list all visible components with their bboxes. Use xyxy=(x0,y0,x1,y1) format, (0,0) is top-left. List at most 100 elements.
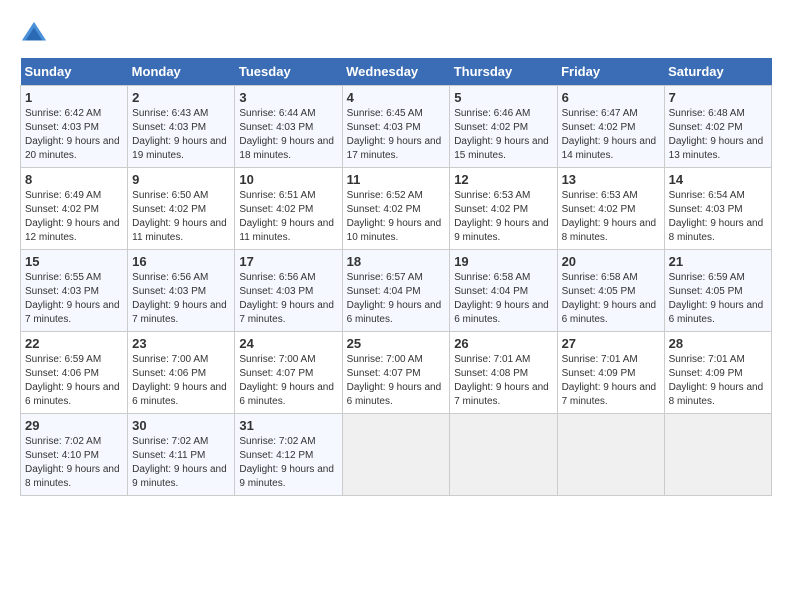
calendar-week-row: 22 Sunrise: 6:59 AMSunset: 4:06 PMDayligh… xyxy=(21,332,772,414)
day-info: Sunrise: 6:45 AMSunset: 4:03 PMDaylight:… xyxy=(347,107,446,163)
calendar-week-row: 1Sunrise: 6:42 AMSunset: 4:03 PMDaylight… xyxy=(21,86,772,168)
day-info: Sunrise: 7:01 AMSunset: 4:08 PMDaylight:… xyxy=(454,353,552,409)
day-info: Sunrise: 6:51 AMSunset: 4:02 PMDaylight:… xyxy=(239,189,337,245)
day-number: 21 xyxy=(669,254,767,269)
day-number: 12 xyxy=(454,172,552,187)
day-number: 3 xyxy=(239,90,337,105)
day-number: 24 xyxy=(239,336,337,351)
calendar-day-cell: 15Sunrise: 6:55 AMSunset: 4:03 PMDayligh… xyxy=(21,250,128,332)
day-info: Sunrise: 7:00 AMSunset: 4:06 PMDaylight:… xyxy=(132,353,230,409)
day-number: 10 xyxy=(239,172,337,187)
day-info: Sunrise: 6:44 AMSunset: 4:03 PMDaylight:… xyxy=(239,107,337,163)
calendar-day-cell xyxy=(664,414,771,496)
day-number: 14 xyxy=(669,172,767,187)
day-info: Sunrise: 6:48 AMSunset: 4:02 PMDaylight:… xyxy=(669,107,767,163)
day-info: Sunrise: 6:56 AMSunset: 4:03 PMDaylight:… xyxy=(132,271,230,327)
day-info: Sunrise: 6:54 AMSunset: 4:03 PMDaylight:… xyxy=(669,189,767,245)
day-info: Sunrise: 7:00 AMSunset: 4:07 PMDaylight:… xyxy=(239,353,337,409)
day-info: Sunrise: 7:01 AMSunset: 4:09 PMDaylight:… xyxy=(562,353,660,409)
calendar-day-cell: 9 Sunrise: 6:50 AMSunset: 4:02 PMDaylight… xyxy=(128,168,235,250)
day-number: 13 xyxy=(562,172,660,187)
header-day-thursday: Thursday xyxy=(450,58,557,86)
header-day-saturday: Saturday xyxy=(664,58,771,86)
day-number: 9 xyxy=(132,172,230,187)
day-info: Sunrise: 6:49 AMSunset: 4:02 PMDaylight:… xyxy=(25,189,123,245)
day-number: 11 xyxy=(347,172,446,187)
day-number: 26 xyxy=(454,336,552,351)
day-info: Sunrise: 7:02 AMSunset: 4:11 PMDaylight:… xyxy=(132,435,230,491)
calendar-week-row: 8 Sunrise: 6:49 AMSunset: 4:02 PMDaylight… xyxy=(21,168,772,250)
day-info: Sunrise: 6:53 AMSunset: 4:02 PMDaylight:… xyxy=(562,189,660,245)
day-info: Sunrise: 6:50 AMSunset: 4:02 PMDaylight:… xyxy=(132,189,230,245)
day-number: 29 xyxy=(25,418,123,433)
calendar-day-cell: 2 Sunrise: 6:43 AMSunset: 4:03 PMDaylight… xyxy=(128,86,235,168)
calendar-day-cell: 23 Sunrise: 7:00 AMSunset: 4:06 PMDayligh… xyxy=(128,332,235,414)
calendar-day-cell: 4 Sunrise: 6:45 AMSunset: 4:03 PMDaylight… xyxy=(342,86,450,168)
header-day-tuesday: Tuesday xyxy=(235,58,342,86)
calendar-day-cell: 14 Sunrise: 6:54 AMSunset: 4:03 PMDayligh… xyxy=(664,168,771,250)
logo-icon xyxy=(20,20,48,48)
day-number: 28 xyxy=(669,336,767,351)
day-info: Sunrise: 6:52 AMSunset: 4:02 PMDaylight:… xyxy=(347,189,446,245)
day-info: Sunrise: 6:46 AMSunset: 4:02 PMDaylight:… xyxy=(454,107,552,163)
calendar-day-cell: 5 Sunrise: 6:46 AMSunset: 4:02 PMDaylight… xyxy=(450,86,557,168)
calendar-day-cell: 18Sunrise: 6:57 AMSunset: 4:04 PMDayligh… xyxy=(342,250,450,332)
calendar-week-row: 29 Sunrise: 7:02 AMSunset: 4:10 PMDayligh… xyxy=(21,414,772,496)
day-number: 5 xyxy=(454,90,552,105)
calendar-day-cell xyxy=(342,414,450,496)
calendar-day-cell: 22 Sunrise: 6:59 AMSunset: 4:06 PMDayligh… xyxy=(21,332,128,414)
header-day-sunday: Sunday xyxy=(21,58,128,86)
day-number: 23 xyxy=(132,336,230,351)
day-info: Sunrise: 6:47 AMSunset: 4:02 PMDaylight:… xyxy=(562,107,660,163)
calendar-day-cell: 17Sunrise: 6:56 AMSunset: 4:03 PMDayligh… xyxy=(235,250,342,332)
calendar-day-cell: 30 Sunrise: 7:02 AMSunset: 4:11 PMDayligh… xyxy=(128,414,235,496)
calendar-day-cell: 6 Sunrise: 6:47 AMSunset: 4:02 PMDaylight… xyxy=(557,86,664,168)
calendar-day-cell: 1Sunrise: 6:42 AMSunset: 4:03 PMDaylight… xyxy=(21,86,128,168)
calendar-table: SundayMondayTuesdayWednesdayThursdayFrid… xyxy=(20,58,772,496)
day-info: Sunrise: 7:01 AMSunset: 4:09 PMDaylight:… xyxy=(669,353,767,409)
calendar-day-cell: 10 Sunrise: 6:51 AMSunset: 4:02 PMDayligh… xyxy=(235,168,342,250)
day-info: Sunrise: 6:42 AMSunset: 4:03 PMDaylight:… xyxy=(25,107,123,163)
day-number: 7 xyxy=(669,90,767,105)
day-number: 4 xyxy=(347,90,446,105)
day-number: 22 xyxy=(25,336,123,351)
calendar-day-cell: 16 Sunrise: 6:56 AMSunset: 4:03 PMDayligh… xyxy=(128,250,235,332)
day-number: 2 xyxy=(132,90,230,105)
calendar-day-cell: 29 Sunrise: 7:02 AMSunset: 4:10 PMDayligh… xyxy=(21,414,128,496)
day-info: Sunrise: 6:59 AMSunset: 4:06 PMDaylight:… xyxy=(25,353,123,409)
calendar-day-cell xyxy=(450,414,557,496)
day-info: Sunrise: 6:59 AMSunset: 4:05 PMDaylight:… xyxy=(669,271,767,327)
calendar-day-cell: 3 Sunrise: 6:44 AMSunset: 4:03 PMDaylight… xyxy=(235,86,342,168)
header-day-monday: Monday xyxy=(128,58,235,86)
logo xyxy=(20,20,52,48)
calendar-day-cell: 12 Sunrise: 6:53 AMSunset: 4:02 PMDayligh… xyxy=(450,168,557,250)
header-day-wednesday: Wednesday xyxy=(342,58,450,86)
calendar-day-cell: 24 Sunrise: 7:00 AMSunset: 4:07 PMDayligh… xyxy=(235,332,342,414)
calendar-week-row: 15Sunrise: 6:55 AMSunset: 4:03 PMDayligh… xyxy=(21,250,772,332)
day-number: 6 xyxy=(562,90,660,105)
day-number: 20 xyxy=(562,254,660,269)
day-number: 15 xyxy=(25,254,123,269)
day-number: 16 xyxy=(132,254,230,269)
day-number: 27 xyxy=(562,336,660,351)
day-info: Sunrise: 7:02 AMSunset: 4:10 PMDaylight:… xyxy=(25,435,123,491)
calendar-day-cell: 21 Sunrise: 6:59 AMSunset: 4:05 PMDayligh… xyxy=(664,250,771,332)
day-number: 25 xyxy=(347,336,446,351)
calendar-day-cell: 28 Sunrise: 7:01 AMSunset: 4:09 PMDayligh… xyxy=(664,332,771,414)
day-number: 18 xyxy=(347,254,446,269)
header-day-friday: Friday xyxy=(557,58,664,86)
day-number: 17 xyxy=(239,254,337,269)
day-info: Sunrise: 6:58 AMSunset: 4:04 PMDaylight:… xyxy=(454,271,552,327)
calendar-day-cell: 25Sunrise: 7:00 AMSunset: 4:07 PMDayligh… xyxy=(342,332,450,414)
calendar-day-cell: 26 Sunrise: 7:01 AMSunset: 4:08 PMDayligh… xyxy=(450,332,557,414)
day-number: 30 xyxy=(132,418,230,433)
day-info: Sunrise: 6:43 AMSunset: 4:03 PMDaylight:… xyxy=(132,107,230,163)
day-number: 8 xyxy=(25,172,123,187)
day-info: Sunrise: 6:58 AMSunset: 4:05 PMDaylight:… xyxy=(562,271,660,327)
calendar-day-cell: 13 Sunrise: 6:53 AMSunset: 4:02 PMDayligh… xyxy=(557,168,664,250)
page-header xyxy=(20,20,772,48)
day-info: Sunrise: 6:53 AMSunset: 4:02 PMDaylight:… xyxy=(454,189,552,245)
day-number: 31 xyxy=(239,418,337,433)
calendar-day-cell: 20 Sunrise: 6:58 AMSunset: 4:05 PMDayligh… xyxy=(557,250,664,332)
calendar-day-cell xyxy=(557,414,664,496)
